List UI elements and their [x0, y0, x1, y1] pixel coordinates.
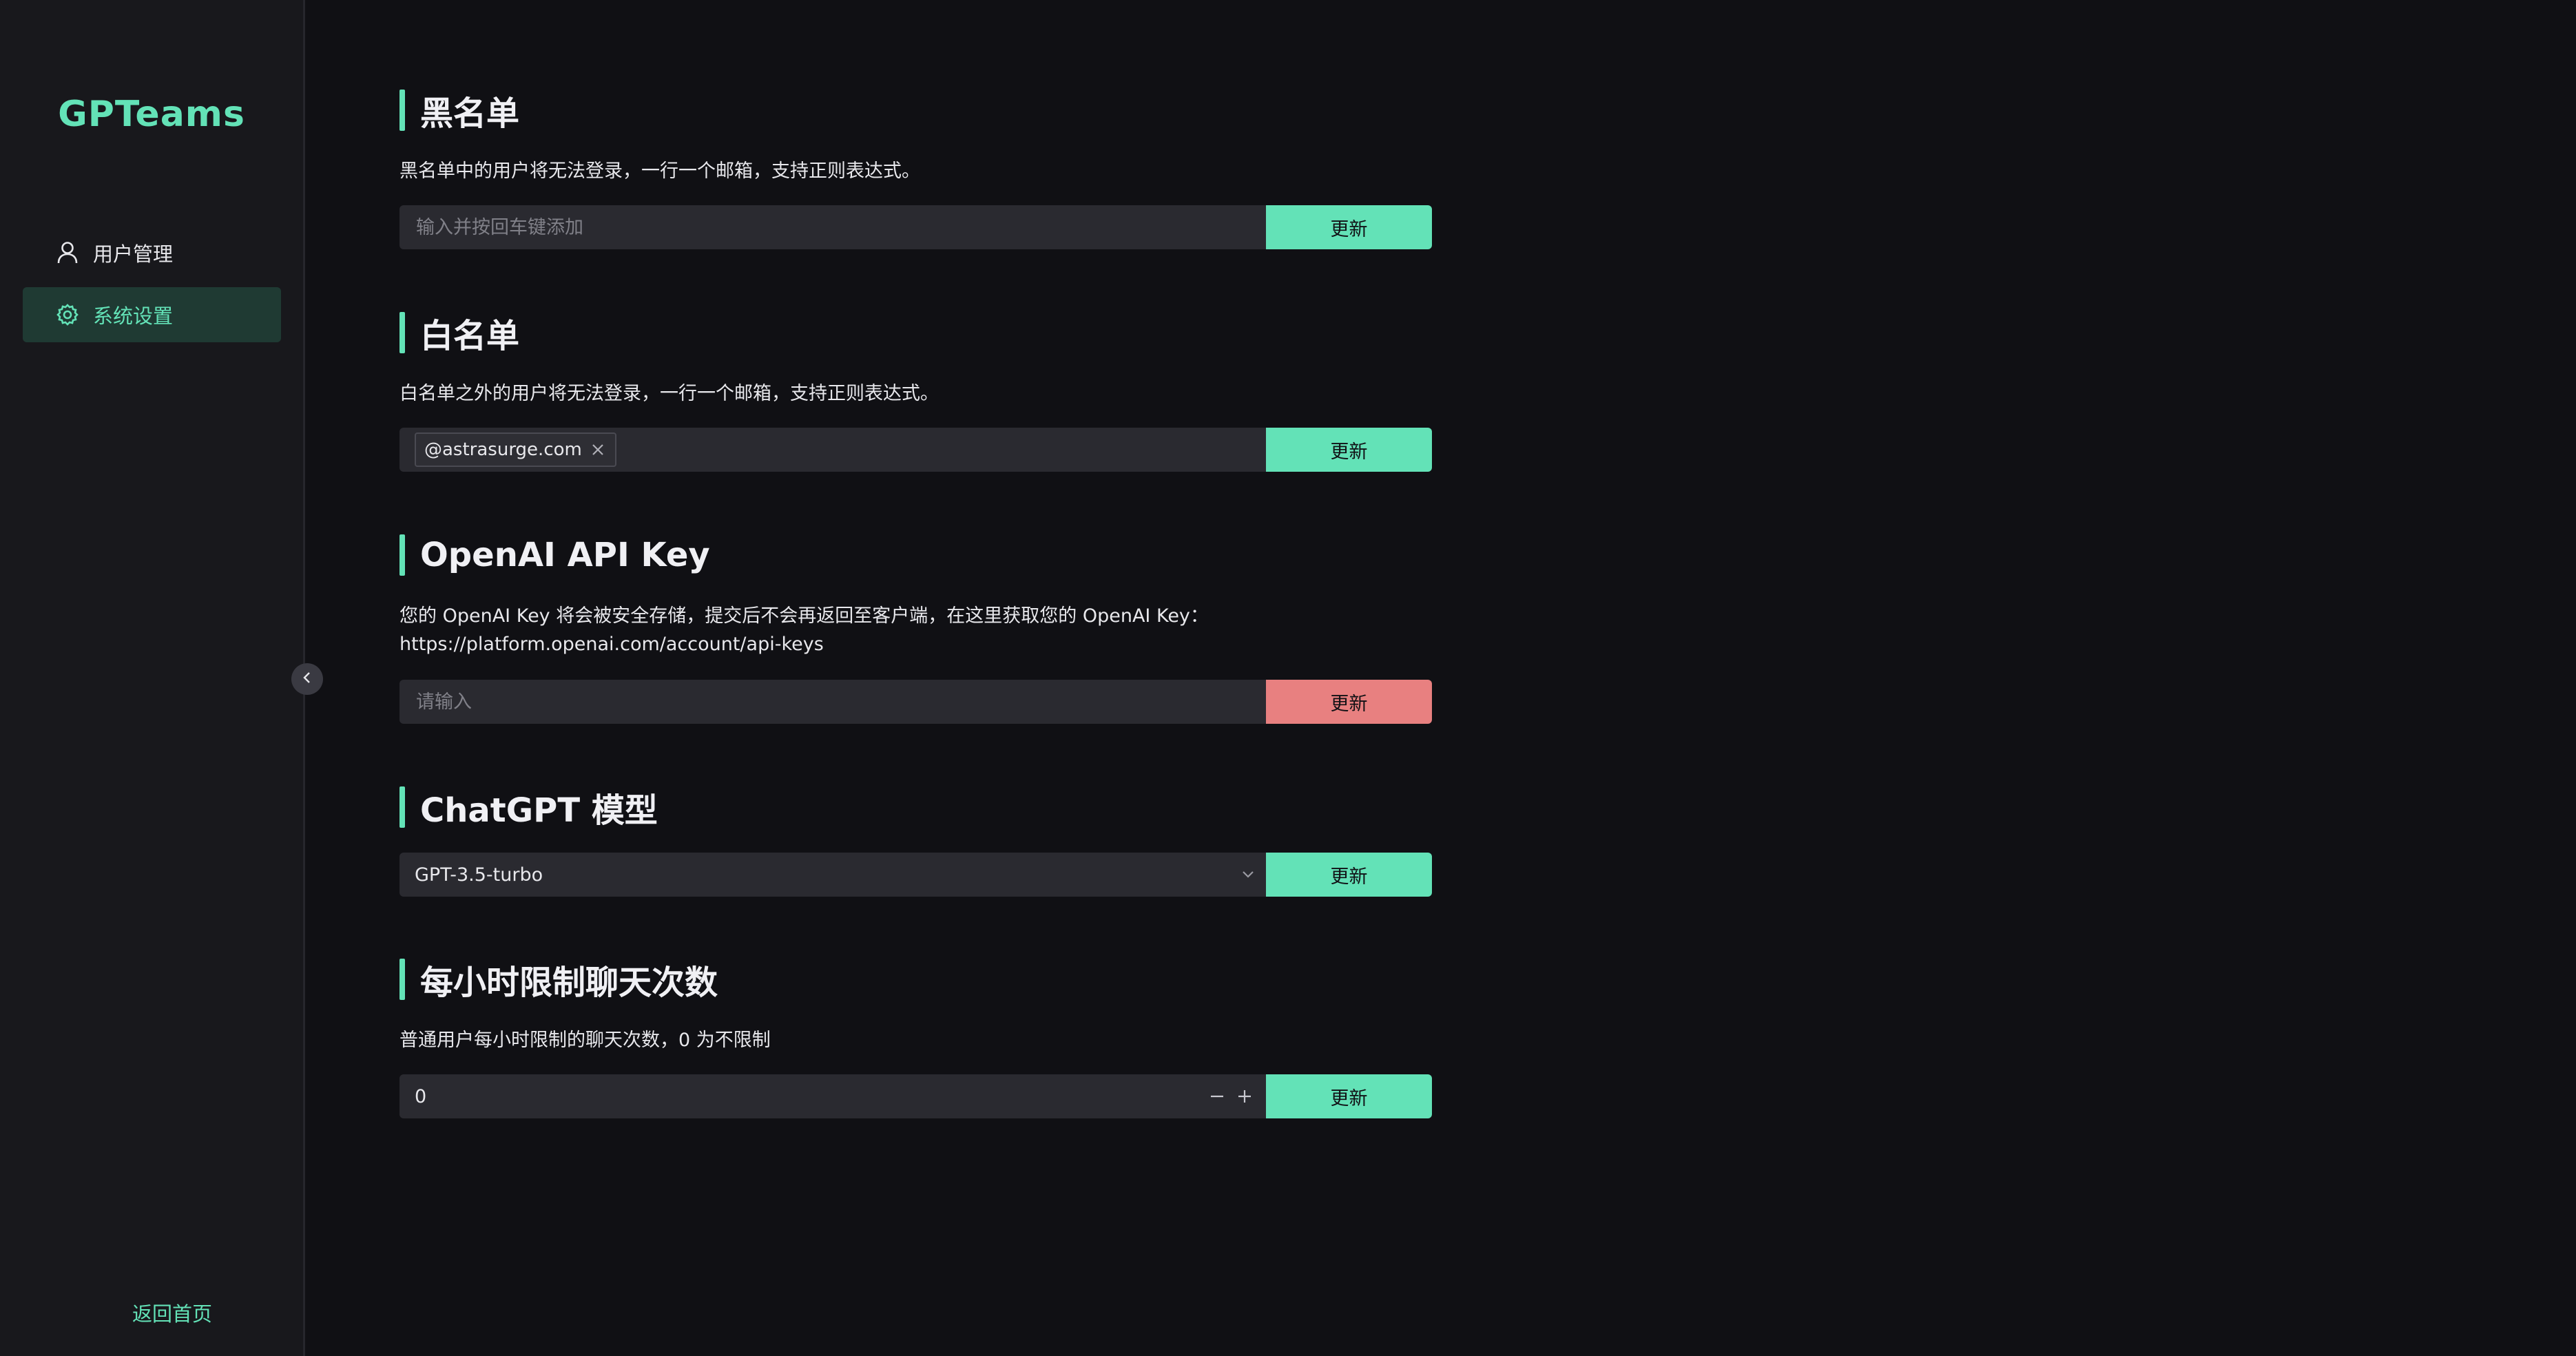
api-key-update-button[interactable]: 更新: [1266, 680, 1432, 724]
chevron-left-icon: [300, 671, 314, 687]
rate-limit-field[interactable]: 0: [399, 1074, 1266, 1118]
blacklist-input[interactable]: [415, 216, 1252, 239]
sidebar-item-user-management[interactable]: 用户管理: [23, 225, 281, 280]
api-key-input[interactable]: [415, 690, 1252, 713]
section-title: 每小时限制聊天次数: [399, 959, 718, 1002]
sidebar-item-system-settings[interactable]: 系统设置: [23, 287, 281, 342]
quantity-stepper: [1207, 1084, 1255, 1109]
back-home-link[interactable]: 返回首页: [0, 1298, 344, 1327]
blacklist-field[interactable]: [399, 205, 1266, 249]
section-title: OpenAI API Key: [399, 534, 710, 576]
section-title: ChatGPT 模型: [399, 786, 658, 830]
gear-icon: [56, 303, 79, 326]
blacklist-update-button[interactable]: 更新: [1266, 205, 1432, 249]
section-description: 黑名单中的用户将无法登录，一行一个邮箱，支持正则表达式。: [399, 160, 920, 182]
model-row: GPT-3.5-turbo 更新: [399, 853, 1432, 897]
model-selected-value: GPT-3.5-turbo: [415, 864, 543, 886]
plus-icon[interactable]: [1234, 1084, 1255, 1109]
sidebar-item-label: 系统设置: [93, 304, 174, 328]
minus-icon[interactable]: [1207, 1084, 1227, 1109]
section-title: 白名单: [399, 312, 519, 355]
tag-label: @astrasurge.com: [424, 439, 582, 460]
collapse-sidebar-button[interactable]: [291, 663, 323, 695]
model-select[interactable]: GPT-3.5-turbo: [399, 853, 1266, 897]
rate-limit-update-button[interactable]: 更新: [1266, 1074, 1432, 1118]
api-keys-url: https://platform.openai.com/account/api-…: [399, 634, 824, 655]
whitelist-row: @astrasurge.com 更新: [399, 428, 1432, 472]
whitelist-field[interactable]: @astrasurge.com: [399, 428, 1266, 472]
section-description: 普通用户每小时限制的聊天次数，0 为不限制: [399, 1030, 771, 1051]
app-logo: GPTeams: [58, 94, 245, 135]
sidebar-item-label: 用户管理: [93, 242, 174, 266]
chevron-down-icon: [1240, 866, 1256, 883]
section-description: 白名单之外的用户将无法登录，一行一个邮箱，支持正则表达式。: [399, 383, 939, 404]
api-key-row: 更新: [399, 680, 1432, 724]
whitelist-update-button[interactable]: 更新: [1266, 428, 1432, 472]
blacklist-row: 更新: [399, 205, 1432, 249]
rate-limit-row: 0 更新: [399, 1074, 1432, 1118]
api-key-field[interactable]: [399, 680, 1266, 724]
user-icon: [56, 241, 79, 264]
whitelist-tag: @astrasurge.com: [415, 432, 616, 467]
section-description: 您的 OpenAI Key 将会被安全存储，提交后不会再返回至客户端，在这里获取…: [399, 605, 1209, 627]
section-title: 黑名单: [399, 90, 519, 133]
model-update-button[interactable]: 更新: [1266, 853, 1432, 897]
close-icon[interactable]: [590, 442, 605, 457]
sidebar: GPTeams 用户管理 系统设置 返回首页: [0, 0, 305, 1356]
rate-limit-value: 0: [415, 1085, 427, 1107]
